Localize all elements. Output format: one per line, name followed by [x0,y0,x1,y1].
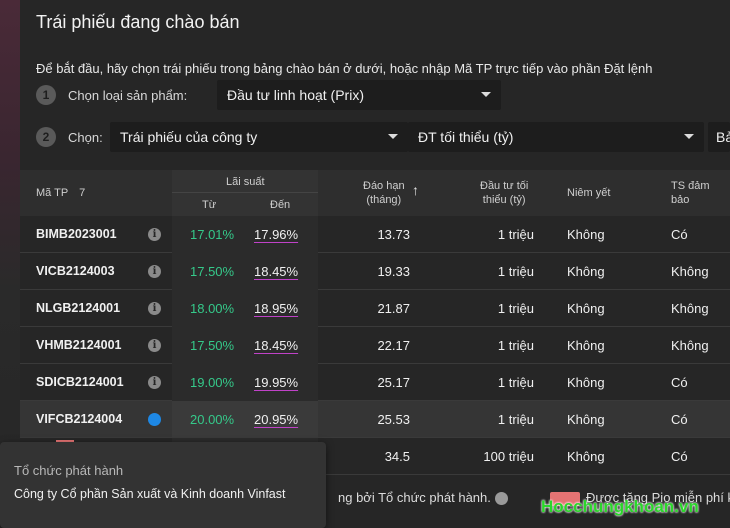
info-icon[interactable]: i [148,376,161,389]
rate-to: 18.45% [254,264,299,279]
issuer-tooltip: Tổ chức phát hành Công ty Cổ phần Sản xu… [0,442,326,528]
min-investment: 1 triệu [497,338,534,353]
rate-to: 18.95% [254,301,299,316]
listed-status: Không [567,264,605,279]
page-title: Trái phiếu đang chào bán [36,12,240,32]
table-row[interactable]: NLGB2124001 i 18.00% 18.95% 21.87 1 triệ… [20,290,730,327]
bond-code: VIFCB2124004 [36,412,123,426]
info-icon[interactable]: i [148,413,161,426]
min-investment-filter-select[interactable]: ĐT tối thiểu (tỷ) [408,122,704,152]
collateral-status: Có [671,412,688,427]
step-2-label: Chọn: [68,129,103,145]
rate-from: 17.50% [190,264,235,279]
table-row[interactable]: VICB2124003 i 17.50% 18.45% 19.33 1 triệ… [20,253,730,290]
table-row[interactable]: VHMB2124001 i 17.50% 18.45% 22.17 1 triệ… [20,327,730,364]
header-rate-from[interactable]: Từ [202,198,216,212]
info-icon[interactable]: i [148,339,161,352]
min-investment: 1 triệu [497,264,534,279]
header-min-investment[interactable]: Đầu tư tối thiểu (tỷ) [480,179,528,207]
listed-status: Không [567,375,605,390]
table-row[interactable]: BIMB2023001 i 17.01% 17.96% 13.73 1 triệ… [20,216,730,253]
rate-from: 18.00% [190,301,235,316]
row-count: 7 [79,187,86,199]
step-1: 1 Chọn loại sản phẩm: [36,80,187,110]
rate-to: 17.96% [254,227,299,242]
min-investment: 1 triệu [497,375,534,390]
instruction-text: Để bắt đầu, hãy chọn trái phiếu trong bả… [36,61,653,76]
term-months: 19.33 [377,264,410,279]
header-term[interactable]: Đáo hạn (tháng) [363,179,405,207]
collateral-status: Không [671,264,709,279]
min-investment: 100 triệu [483,449,534,464]
product-type-select[interactable]: Đầu tư linh hoạt (Prix) [217,80,501,110]
bond-code: VHMB2124001 [36,338,122,352]
rate-from: 20.00% [190,412,235,427]
step-1-label: Chọn loại sản phẩm: [68,87,188,103]
rate-to: 20.95% [254,412,299,427]
table-row[interactable]: SDICB2124001 i 19.00% 19.95% 25.17 1 tri… [20,364,730,401]
rate-to: 18.45% [254,338,299,353]
term-months: 22.17 [377,338,410,353]
rate-to: 19.95% [254,375,299,390]
bond-code: SDICB2124001 [36,375,124,389]
collateral-status: Không [671,301,709,316]
chevron-down-icon [388,134,398,139]
collateral-status: Không [671,338,709,353]
header-code[interactable]: Mã TP 7 [36,186,85,200]
table-header: Mã TP 7 Lãi suất Từ Đến Đáo hạn (tháng) … [20,170,730,216]
step-1-number: 1 [36,85,56,105]
bond-code: BIMB2023001 [36,227,117,241]
rate-from: 19.00% [190,375,235,390]
step-2: 2 Chọn: [36,122,103,152]
table-row-selected[interactable]: VIFCB2124004 i 20.00% 20.95% 25.53 1 tri… [20,401,730,438]
product-type-value: Đầu tư linh hoạt (Prix) [227,87,364,103]
term-months: 34.5 [384,449,410,464]
header-rate-to[interactable]: Đến [270,198,290,212]
listed-status: Không [567,338,605,353]
min-investment-filter-value: ĐT tối thiểu (tỷ) [418,129,514,145]
step-2-number: 2 [36,127,56,147]
info-icon[interactable]: i [148,265,161,278]
min-investment: 1 triệu [497,412,534,427]
listed-status: Không [567,301,605,316]
term-months: 25.53 [377,412,410,427]
min-investment: 1 triệu [497,301,534,316]
listed-status: Không [567,412,605,427]
collateral-filter-value: Bả [716,129,730,145]
company-filter-select[interactable]: Trái phiếu của công ty [110,122,408,152]
info-icon[interactable] [494,492,508,506]
listed-status: Không [567,227,605,242]
chevron-down-icon [684,134,694,139]
header-rate-group: Lãi suất [226,176,265,188]
min-investment: 1 triệu [497,227,534,242]
rate-from: 17.50% [190,338,235,353]
collateral-filter-select[interactable]: Bả [708,122,730,152]
header-listed[interactable]: Niêm yết [567,186,610,200]
term-months: 21.87 [377,301,410,316]
tooltip-label: Tổ chức phát hành [14,463,124,478]
rate-header-divider [172,192,318,193]
tooltip-value: Công ty Cổ phần Sản xuất và Kinh doanh V… [14,487,286,501]
collateral-status: Có [671,449,688,464]
info-icon[interactable]: i [148,302,161,315]
listed-status: Không [567,449,605,464]
footnote-issuer: ng bởi Tổ chức phát hành. [338,490,508,506]
rate-from: 17.01% [190,227,235,242]
chevron-down-icon [481,92,491,97]
term-months: 13.73 [377,227,410,242]
bond-code: VICB2124003 [36,264,115,278]
watermark-logo: Hocchungkhoan.vn [541,497,699,516]
term-months: 25.17 [377,375,410,390]
header-collateral[interactable]: TS đảm bảo [671,179,710,207]
bond-code: NLGB2124001 [36,301,121,315]
company-filter-value: Trái phiếu của công ty [120,129,258,145]
collateral-status: Có [671,375,688,390]
info-icon[interactable]: i [148,228,161,241]
sort-up-arrow-icon[interactable]: ↑ [412,183,419,197]
collateral-status: Có [671,227,688,242]
